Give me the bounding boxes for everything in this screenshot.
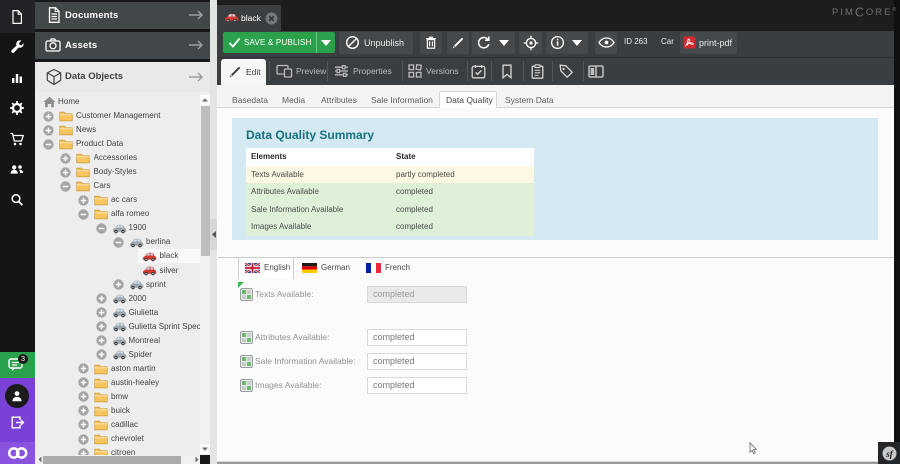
svg-text:sf: sf bbox=[885, 448, 894, 458]
